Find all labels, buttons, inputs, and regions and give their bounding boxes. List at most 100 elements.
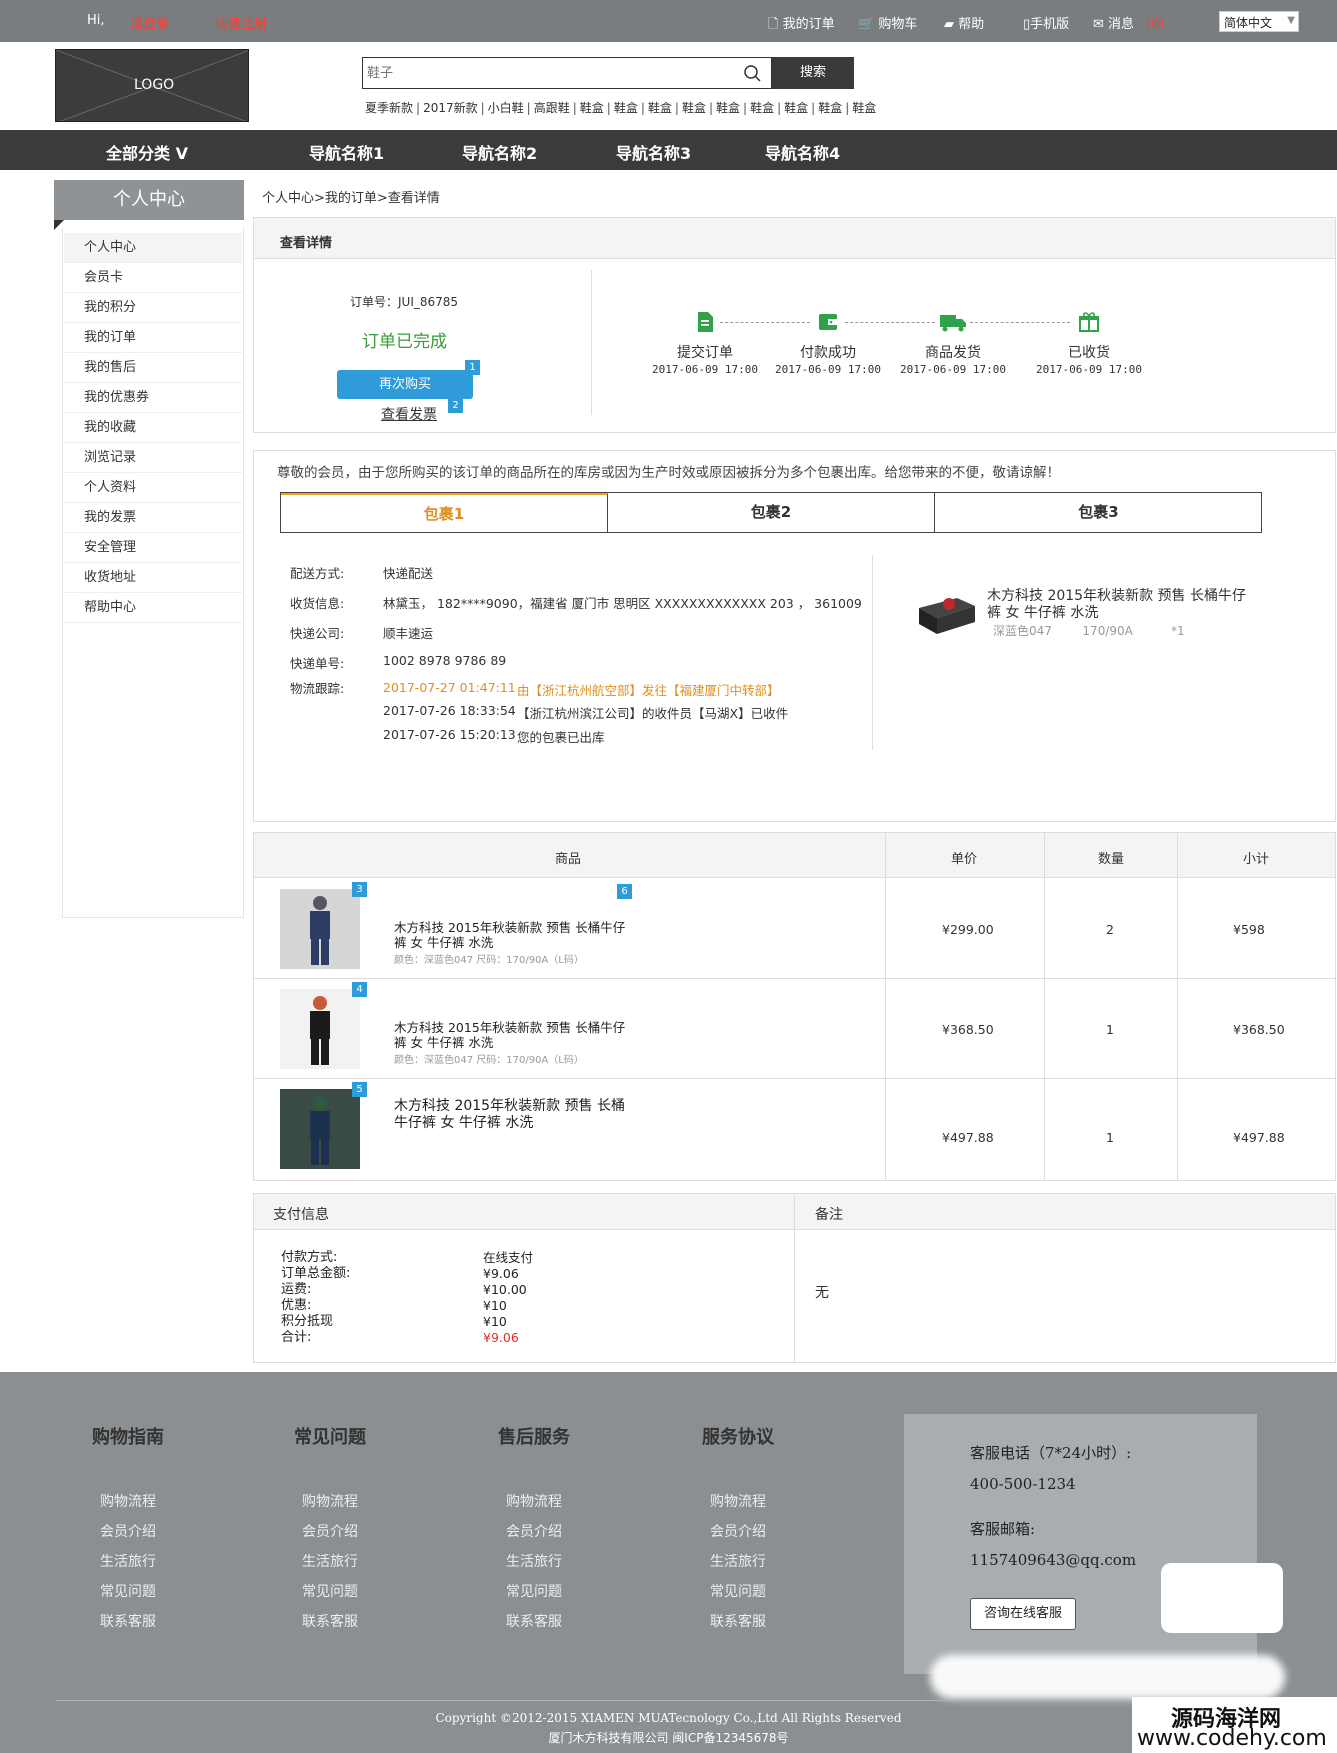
product-name[interactable]: 木方科技 2015年秋装新款 预售 长桶牛仔裤 女 牛仔裤 水洗 — [394, 1098, 626, 1132]
sidebar-item[interactable]: 我的优惠券 — [64, 383, 242, 413]
help-link[interactable]: ▰ 帮助 — [944, 13, 984, 32]
annotation-badge: 5 — [352, 1082, 367, 1097]
hot-keyword-link[interactable]: 夏季新款 — [362, 101, 416, 115]
footer-link[interactable]: 常见问题 — [100, 1581, 156, 1601]
nav-item-1[interactable]: 导航名称1 — [309, 140, 384, 164]
hot-keyword-link[interactable]: 鞋盒 — [849, 101, 879, 115]
payment-label: 订单总金额: — [281, 1266, 351, 1281]
product-thumbnail[interactable] — [917, 588, 977, 636]
sidebar-item[interactable]: 我的积分 — [64, 293, 242, 323]
footer-link[interactable]: 联系客服 — [302, 1611, 358, 1631]
hot-keyword-link[interactable]: 鞋盒 — [815, 101, 845, 115]
hot-keyword-link[interactable]: 鞋盒 — [577, 101, 607, 115]
footer-link[interactable]: 会员介绍 — [100, 1521, 156, 1541]
hot-keyword-link[interactable]: 鞋盒 — [781, 101, 811, 115]
footer-link[interactable]: 会员介绍 — [710, 1521, 766, 1541]
product-subtotal: ¥497.88 — [1233, 1130, 1285, 1145]
hot-keyword-link[interactable]: 小白鞋 — [485, 101, 527, 115]
product-qty: 1 — [1106, 1022, 1114, 1037]
footer-link[interactable]: 生活旅行 — [100, 1551, 156, 1571]
tab-package-2[interactable]: 包裹2 — [608, 493, 935, 532]
language-select[interactable]: 简体中文 ▼ — [1219, 11, 1299, 32]
footer-link[interactable]: 生活旅行 — [302, 1551, 358, 1571]
footer-link[interactable]: 常见问题 — [302, 1581, 358, 1601]
messages-link[interactable]: ✉ 消息 （0） — [1093, 13, 1172, 32]
footer-link[interactable]: 会员介绍 — [506, 1521, 562, 1541]
consult-online-button[interactable]: 咨询在线客服 — [970, 1598, 1076, 1630]
logistics-text: 由【浙江杭州航空部】发往【福建厦门中转部】 — [517, 683, 780, 698]
footer-link[interactable]: 购物流程 — [100, 1491, 156, 1511]
hot-keyword-link[interactable]: 高跟鞋 — [531, 101, 573, 115]
sidebar-item[interactable]: 我的订单 — [64, 323, 242, 353]
sidebar-item[interactable]: 我的售后 — [64, 353, 242, 383]
sidebar-item[interactable]: 个人资料 — [64, 473, 242, 503]
login-link[interactable]: 请登录 — [130, 13, 169, 32]
rebuy-button[interactable]: 再次购买 — [337, 370, 473, 399]
sidebar-item[interactable]: 我的发票 — [64, 503, 242, 533]
product-image[interactable] — [280, 889, 360, 969]
footer-link[interactable]: 购物流程 — [506, 1491, 562, 1511]
footer-link[interactable]: 联系客服 — [506, 1611, 562, 1631]
cart-icon: 🛒 — [858, 17, 875, 32]
footer-link[interactable]: 购物流程 — [302, 1491, 358, 1511]
footer-link[interactable]: 会员介绍 — [302, 1521, 358, 1541]
footer-link[interactable]: 购物流程 — [710, 1491, 766, 1511]
sidebar-item[interactable]: 浏览记录 — [64, 443, 242, 473]
register-link[interactable]: 快速注册 — [215, 13, 267, 32]
sidebar-item[interactable]: 会员卡 — [64, 263, 242, 293]
tab-package-1[interactable]: 包裹1 — [281, 493, 608, 532]
sidebar-item[interactable]: 帮助中心 — [64, 593, 242, 623]
product-spec: 颜色：深蓝色047 尺码：170/90A（L码） — [394, 955, 584, 966]
payment-value: ¥9.06 — [483, 1330, 519, 1345]
search-icon[interactable] — [743, 64, 761, 82]
footer-link[interactable]: 生活旅行 — [506, 1551, 562, 1571]
product-subtotal: ¥598 — [1233, 922, 1265, 937]
wallet-icon — [819, 314, 837, 330]
nav-all-categories[interactable]: 全部分类 V — [106, 140, 188, 164]
my-orders-link[interactable]: 🗋 我的订单 — [768, 13, 835, 37]
truck-icon — [940, 315, 966, 332]
cart-link[interactable]: 🛒 购物车 — [858, 13, 917, 32]
product-name[interactable]: 木方科技 2015年秋装新款 预售 长桶牛仔裤 女 牛仔裤 水洗 — [394, 1020, 626, 1050]
sidebar-item[interactable]: 我的收藏 — [64, 413, 242, 443]
divider — [794, 1194, 795, 1362]
breadcrumb[interactable]: 个人中心>我的订单>查看详情 — [262, 187, 440, 206]
package-item-name[interactable]: 木方科技 2015年秋装新款 预售 长桶牛仔裤 女 牛仔裤 水洗 — [987, 588, 1257, 622]
hot-keyword-link[interactable]: 2017新款 — [420, 101, 481, 115]
email-label: 客服邮箱: — [970, 1520, 1036, 1538]
product-image[interactable] — [280, 989, 360, 1069]
hot-keyword-link[interactable]: 鞋盒 — [747, 101, 777, 115]
hot-keyword-link[interactable]: 鞋盒 — [611, 101, 641, 115]
product-name[interactable]: 木方科技 2015年秋装新款 预售 长桶牛仔裤 女 牛仔裤 水洗 — [394, 920, 626, 950]
footer-link[interactable]: 生活旅行 — [710, 1551, 766, 1571]
product-price: ¥368.50 — [942, 1022, 994, 1037]
logistics-time: 2017-07-26 15:20:13 — [383, 727, 516, 742]
footer-link[interactable]: 联系客服 — [710, 1611, 766, 1631]
email-value: 1157409643@qq.com — [970, 1551, 1137, 1569]
hot-keyword-link[interactable]: 鞋盒 — [713, 101, 743, 115]
divider — [1177, 833, 1178, 1180]
col-subtotal: 小计 — [1243, 852, 1270, 867]
sidebar-item[interactable]: 个人中心 — [64, 233, 242, 263]
view-invoice-link[interactable]: 查看发票 — [381, 404, 437, 424]
hot-keyword-link[interactable]: 鞋盒 — [645, 101, 675, 115]
footer-link[interactable]: 联系客服 — [100, 1611, 156, 1631]
search-button[interactable]: 搜索 — [772, 57, 854, 89]
tab-package-3[interactable]: 包裹3 — [935, 493, 1262, 532]
nav-item-4[interactable]: 导航名称4 — [765, 140, 840, 164]
top-bar: Hi, 请登录 快速注册 🗋 我的订单 🛒 购物车 ▰ 帮助 ▯手机版 ✉ 消息… — [0, 0, 1337, 42]
nav-item-3[interactable]: 导航名称3 — [616, 140, 691, 164]
sidebar-item[interactable]: 收货地址 — [64, 563, 242, 593]
divider — [56, 1700, 1282, 1701]
mobile-link[interactable]: ▯手机版 — [1023, 13, 1069, 32]
sidebar-item[interactable]: 安全管理 — [64, 533, 242, 563]
nav-item-2[interactable]: 导航名称2 — [462, 140, 537, 164]
footer-link[interactable]: 常见问题 — [710, 1581, 766, 1601]
search-input[interactable] — [363, 58, 723, 88]
footer-link[interactable]: 常见问题 — [506, 1581, 562, 1601]
product-image[interactable] — [280, 1089, 360, 1169]
hot-keyword-link[interactable]: 鞋盒 — [679, 101, 709, 115]
logo[interactable]: LOGO — [55, 49, 249, 122]
table-header: 商品 单价 数量 小计 — [254, 833, 1335, 878]
tracking-value: 1002 8978 9786 89 — [383, 653, 507, 668]
